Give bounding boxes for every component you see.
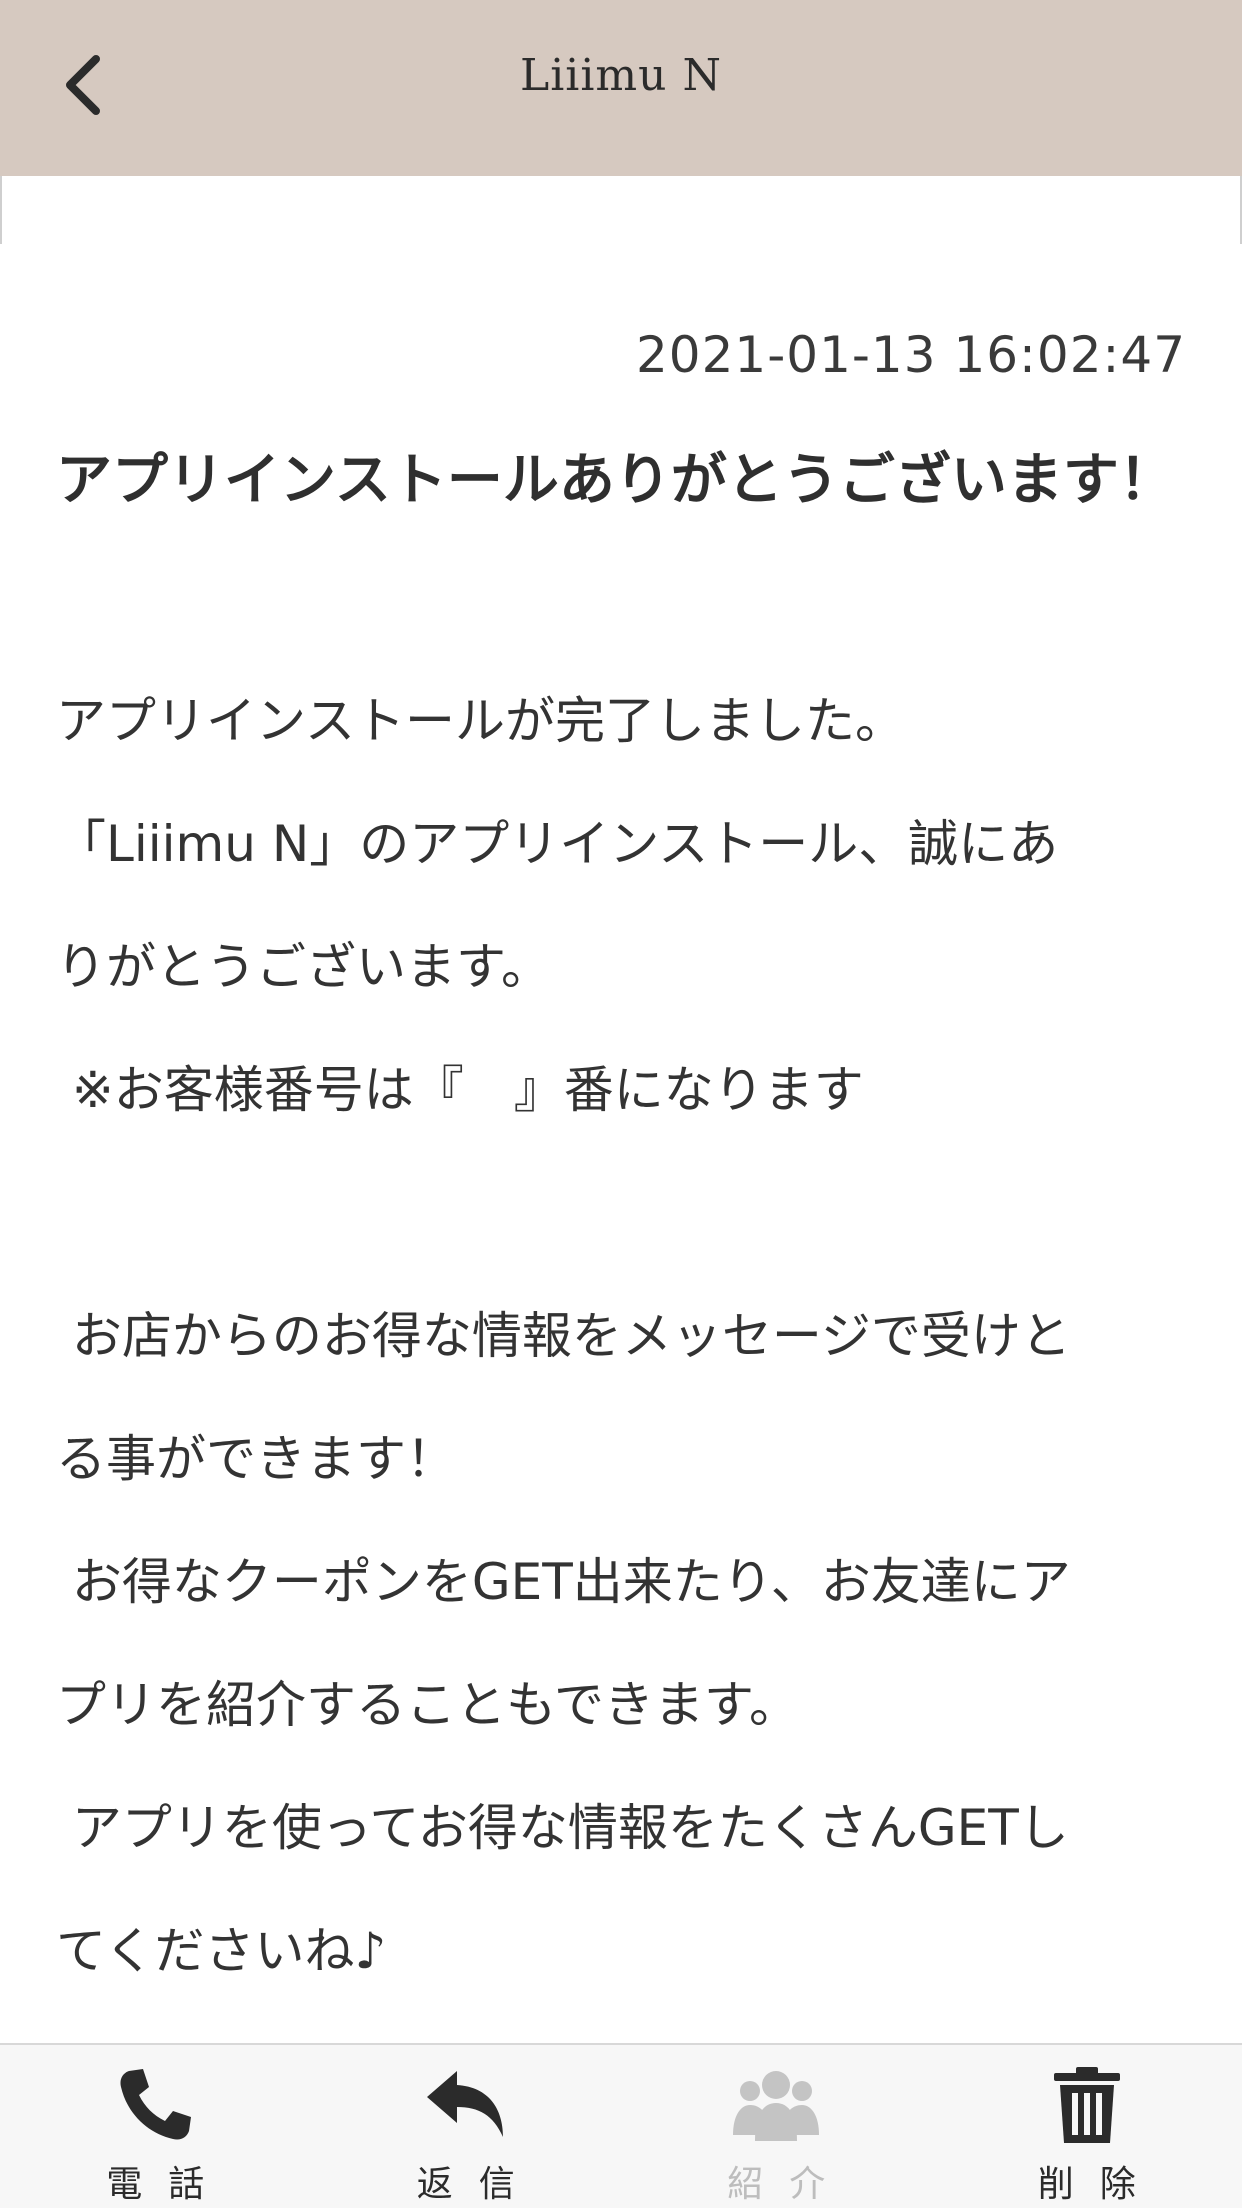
message-line: りがとうございます。 [56,938,551,996]
message-line: る事ができます！ [56,1430,456,1488]
message-title: アプリインストールありがとうございます！ [56,448,1175,513]
delete-label: 削除 [1037,2164,1162,2205]
message-line: アプリインストールが完了しました。 [56,692,905,750]
reply-icon [421,2063,511,2147]
message-line: プリを紹介することもできます。 [56,1676,799,1734]
phone-button[interactable]: 電話 [0,2045,311,2208]
message-line: てくださいね♪ [56,1922,387,1980]
phone-label: 電話 [106,2164,231,2205]
introduce-label: 紹介 [727,2164,852,2205]
message-line: アプリを使ってお得な情報をたくさんGETし [56,1799,1069,1857]
people-icon [731,2063,821,2147]
message-line-blank [56,1152,1196,1275]
message-line: お店からのお得な情報をメッセージで受けと [56,1307,1071,1365]
message-line: 「Liiimu N」のアプリインストール、誠にあ [56,815,1059,873]
message-timestamp: 2021-01-13 16:02:47 [635,326,1186,384]
bottom-tab-bar: 電話 返信 紹介 削除 [0,2043,1242,2208]
phone-icon [110,2063,200,2147]
introduce-button[interactable]: 紹介 [621,2045,932,2208]
delete-button[interactable]: 削除 [932,2045,1242,2208]
app-header: Liiimu N [0,0,1242,176]
trash-icon [1042,2063,1132,2147]
message-line: ※お客様番号は『 』番になります [56,1061,864,1119]
page-title: Liiimu N [520,50,722,101]
message-body: アプリインストールが完了しました。 「Liiimu N」のアプリインストール、誠… [56,660,1196,2013]
divider [0,176,2,244]
reply-label: 返信 [416,2164,541,2205]
message-line: お得なクーポンをGET出来たり、お友達にア [56,1553,1071,1611]
reply-button[interactable]: 返信 [311,2045,622,2208]
